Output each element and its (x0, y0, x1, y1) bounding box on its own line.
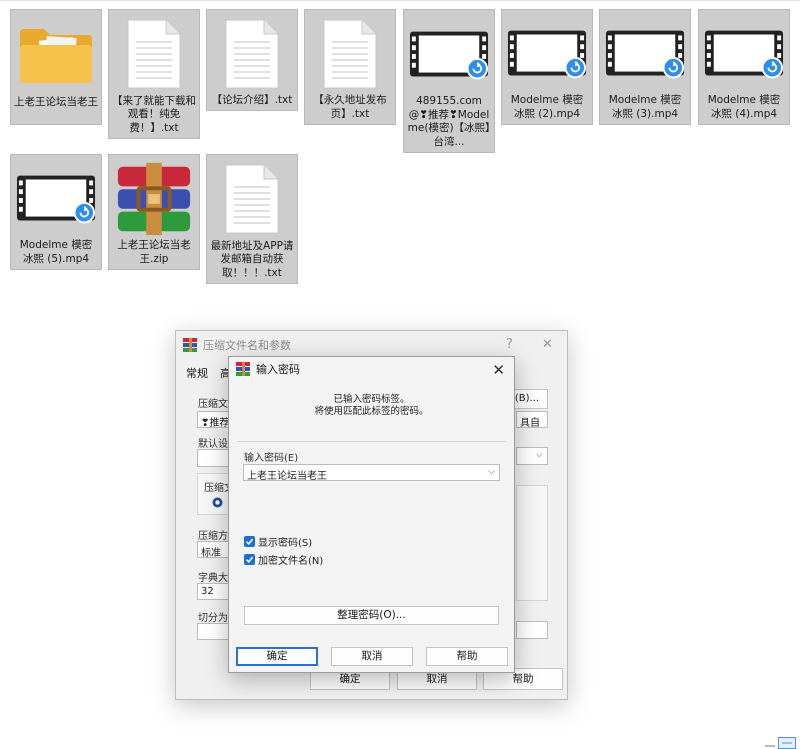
winrar-app-icon (183, 338, 197, 352)
checkbox-checked-icon (244, 536, 255, 547)
help-title-button[interactable]: ? (506, 337, 513, 352)
top-divider (0, 0, 800, 1)
file-item-txt[interactable]: 【论坛介绍】.txt (206, 9, 298, 111)
close-icon[interactable]: ✕ (492, 361, 505, 379)
file-item-video[interactable]: Modelme 模密 冰熙 (5).mp4 (10, 154, 102, 270)
file-item-txt[interactable]: 【来了就能下载和观看！纯免费！】.txt (108, 9, 200, 139)
file-name: 【永久地址发布页】.txt (313, 94, 387, 120)
winrar-app-icon (236, 362, 250, 376)
file-name: 最新地址及APP请发邮箱自动获取！！！.txt (210, 239, 294, 279)
show-password-label: 显示密码(S) (258, 538, 313, 549)
file-name: Modelme 模密 冰熙 (5).mp4 (19, 239, 93, 265)
show-password-checkbox[interactable]: 显示密码(S) (244, 534, 312, 549)
password-input-value: 上老王论坛当老王 (247, 471, 327, 481)
file-item-txt[interactable]: 【永久地址发布页】.txt (304, 9, 396, 125)
checkbox-checked-icon (244, 554, 255, 565)
details-view-icon[interactable] (764, 743, 776, 749)
cancel-button[interactable]: 取消 (331, 647, 413, 666)
folder-icon (16, 16, 96, 94)
video-file-icon (605, 16, 685, 92)
split-units-select[interactable] (516, 621, 548, 639)
dialog-title: 输入密码 (256, 363, 300, 376)
encrypt-filenames-label: 加密文件名(N) (258, 556, 324, 567)
file-name: 【论坛介绍】.txt (211, 93, 293, 106)
file-name: 上老王论坛当老王 (14, 96, 98, 108)
video-file-icon (507, 16, 587, 92)
file-item-txt[interactable]: 最新地址及APP请发邮箱自动获取！！！.txt (206, 154, 298, 284)
password-input[interactable]: 上老王论坛当老王 ⌵ (243, 464, 500, 481)
text-file-icon (212, 161, 292, 238)
view-switcher (764, 737, 796, 749)
chevron-down-icon[interactable]: ⌵ (488, 467, 495, 477)
file-name: Modelme 模密 冰熙 (3).mp4 (608, 94, 682, 120)
text-file-icon (310, 16, 390, 92)
format-radio[interactable] (212, 497, 223, 508)
file-item-video[interactable]: Modelme 模密 冰熙 (3).mp4 (599, 9, 691, 125)
video-file-icon (704, 16, 784, 92)
update-mode-select[interactable]: ⌵ (516, 447, 548, 465)
ok-button[interactable]: 确定 (236, 647, 318, 666)
tab-general[interactable]: 常规 (186, 365, 208, 381)
dialog-title: 压缩文件名和参数 (203, 339, 291, 352)
encrypt-filenames-checkbox[interactable]: 加密文件名(N) (244, 552, 323, 567)
password-label: 输入密码(E) (244, 453, 299, 464)
chevron-down-icon: ⌵ (536, 450, 543, 460)
dialog-tabs: 常规 高 (186, 365, 231, 381)
file-item-zip[interactable]: 上老王论坛当老王.zip (108, 154, 200, 270)
organize-passwords-button[interactable]: 整理密码(O)... (244, 606, 499, 625)
tiles-view-icon[interactable] (778, 737, 796, 749)
file-item-video[interactable]: Modelme 模密 冰熙 (4).mp4 (698, 9, 790, 125)
file-name: Modelme 模密 冰熙 (4).mp4 (707, 94, 781, 120)
help-button[interactable]: 帮助 (426, 647, 508, 666)
winrar-archive-icon (114, 161, 194, 237)
profile-select[interactable]: 具自 (516, 411, 548, 428)
file-name: 489155.com@❣推荐❣Modelme(模密)【冰熙】台湾... (407, 95, 491, 148)
file-item-folder[interactable]: 上老王论坛当老王 (10, 9, 102, 125)
text-file-icon (114, 16, 194, 93)
text-file-icon (212, 16, 292, 92)
file-item-video[interactable]: Modelme 模密 冰熙 (2).mp4 (501, 9, 593, 125)
file-item-video[interactable]: 489155.com@❣推荐❣Modelme(模密)【冰熙】台湾... (403, 9, 495, 153)
video-file-icon (409, 16, 489, 93)
enter-password-dialog: 输入密码 ✕ 已输入密码标签。 将使用匹配此标签的密码。 输入密码(E) 上老王… (228, 356, 515, 673)
options-group (516, 485, 548, 601)
info-line-2: 将使用匹配此标签的密码。 (314, 406, 429, 417)
video-file-icon (16, 161, 96, 237)
dialog-titlebar: 输入密码 (229, 357, 514, 381)
close-icon[interactable]: ✕ (542, 337, 553, 352)
profile-select-value: 具自 (520, 418, 540, 428)
file-name: 【来了就能下载和观看！纯免费！】.txt (112, 94, 196, 134)
file-name: 上老王论坛当老王.zip (117, 239, 191, 265)
file-name: Modelme 模密 冰熙 (2).mp4 (510, 94, 584, 120)
